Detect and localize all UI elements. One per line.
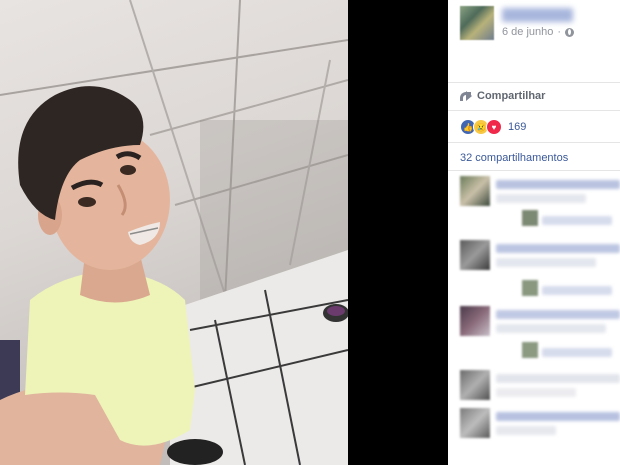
commenter-avatar[interactable] bbox=[460, 306, 490, 336]
comment-text-blurred bbox=[496, 374, 620, 383]
reactions-summary[interactable]: 👍 😢 ♥ 169 bbox=[460, 119, 526, 135]
comment-text-blurred bbox=[496, 258, 596, 267]
love-reaction-icon: ♥ bbox=[486, 119, 502, 135]
comment-attachment[interactable] bbox=[522, 342, 538, 358]
comment-item[interactable] bbox=[460, 176, 620, 226]
author-name-blurred[interactable]: xxxxxxxxxx bbox=[502, 8, 573, 22]
comment-item[interactable] bbox=[460, 240, 620, 296]
share-label: Compartilhar bbox=[477, 90, 546, 102]
comment-text-blurred bbox=[496, 412, 620, 421]
comment-text-blurred bbox=[496, 388, 576, 397]
divider bbox=[448, 170, 620, 171]
reaction-count[interactable]: 169 bbox=[508, 121, 526, 133]
divider bbox=[448, 110, 620, 111]
photo-scene bbox=[0, 0, 348, 465]
commenter-avatar[interactable] bbox=[460, 408, 490, 438]
comment-text-blurred bbox=[496, 324, 606, 333]
commenter-avatar[interactable] bbox=[460, 370, 490, 400]
share-button[interactable]: Compartilhar bbox=[460, 90, 545, 102]
comment-actions-blurred bbox=[542, 348, 612, 357]
comment-text-blurred bbox=[496, 180, 620, 189]
comment-attachment[interactable] bbox=[522, 210, 538, 226]
comment-actions-blurred bbox=[542, 286, 612, 295]
comment-text-blurred bbox=[496, 310, 620, 319]
post-date[interactable]: 6 de junho bbox=[502, 26, 553, 38]
comment-item[interactable] bbox=[460, 370, 620, 410]
post-info-panel: xxxxxxxxxx 6 de junho · Compartilhar 👍 😢… bbox=[448, 0, 620, 465]
comment-attachment[interactable] bbox=[522, 280, 538, 296]
commenter-avatar[interactable] bbox=[460, 240, 490, 270]
comment-text-blurred bbox=[496, 426, 556, 435]
comment-actions-blurred bbox=[542, 216, 612, 225]
post-meta: 6 de junho · bbox=[502, 26, 575, 38]
divider bbox=[448, 82, 620, 83]
lightbox-background bbox=[348, 0, 448, 465]
comment-item[interactable] bbox=[460, 306, 620, 358]
globe-icon bbox=[565, 27, 575, 37]
post-photo[interactable] bbox=[0, 0, 348, 465]
shares-count-link[interactable]: 32 compartilhamentos bbox=[460, 152, 568, 164]
comment-text-blurred bbox=[496, 194, 586, 203]
author-avatar[interactable] bbox=[460, 6, 494, 40]
share-arrow-icon bbox=[460, 91, 472, 101]
comment-item[interactable] bbox=[460, 408, 620, 448]
divider bbox=[448, 142, 620, 143]
comment-text-blurred bbox=[496, 244, 620, 253]
commenter-avatar[interactable] bbox=[460, 176, 490, 206]
